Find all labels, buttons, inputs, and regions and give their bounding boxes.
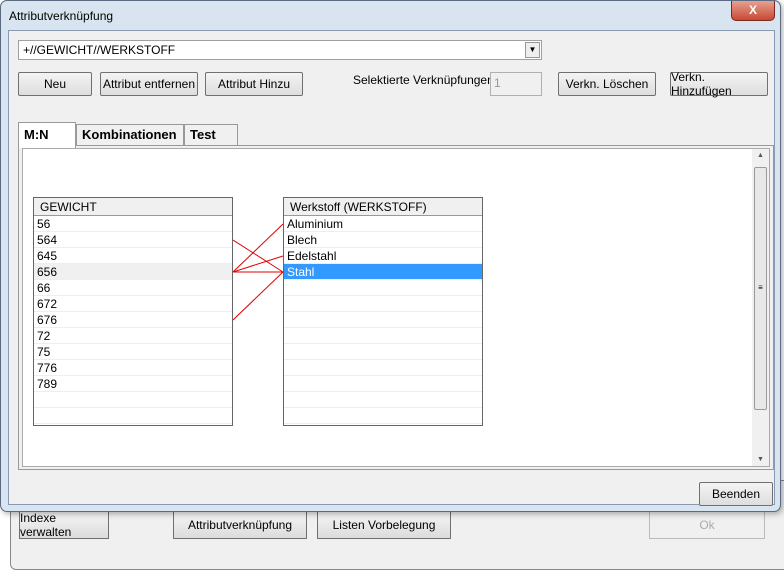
empty-row xyxy=(284,296,482,312)
link-line xyxy=(233,271,284,321)
gewicht-list-header: GEWICHT xyxy=(34,198,232,216)
list-item[interactable]: 564 xyxy=(34,232,232,248)
attribut-entfernen-button[interactable]: Attribut entfernen xyxy=(100,72,198,96)
empty-row xyxy=(284,328,482,344)
tab-kombinationen[interactable]: Kombinationen xyxy=(76,124,184,146)
link-select[interactable]: +//GEWICHT//WERKSTOFF ▼ xyxy=(18,40,542,60)
window-title: Attributverknüpfung xyxy=(9,9,114,23)
list-item[interactable]: Edelstahl xyxy=(284,248,482,264)
chevron-down-icon[interactable]: ▼ xyxy=(525,42,540,58)
empty-row xyxy=(284,280,482,296)
empty-row xyxy=(284,344,482,360)
werkstoff-list[interactable]: Werkstoff (WERKSTOFF) Aluminium Blech Edel… xyxy=(283,197,483,426)
verkn-loeschen-button[interactable]: Verkn. Löschen xyxy=(558,72,656,96)
link-line xyxy=(233,223,284,273)
beenden-button[interactable]: Beenden xyxy=(699,482,773,506)
scroll-down-icon[interactable]: ▼ xyxy=(752,456,769,463)
dialog-window: Attributverknüpfung X +//GEWICHT//WERKST… xyxy=(0,0,781,512)
list-item[interactable]: 72 xyxy=(34,328,232,344)
neu-button[interactable]: Neu xyxy=(18,72,92,96)
scroll-up-icon[interactable]: ▲ xyxy=(752,152,769,159)
link-lines xyxy=(233,223,284,321)
list-item[interactable]: 789 xyxy=(34,376,232,392)
empty-row xyxy=(284,408,482,424)
empty-row xyxy=(34,392,232,408)
list-item[interactable]: Aluminium xyxy=(284,216,482,232)
gewicht-list[interactable]: GEWICHT 56 564 645 656 66 672 676 72 75 776 789 xyxy=(33,197,233,426)
attribut-hinzu-button[interactable]: Attribut Hinzu xyxy=(205,72,303,96)
empty-row xyxy=(284,312,482,328)
list-item[interactable]: 672 xyxy=(34,296,232,312)
list-item[interactable]: 66 xyxy=(34,280,232,296)
selected-links-label: Selektierte Verknüpfungen: xyxy=(353,73,498,87)
indexe-verwalten-button[interactable]: Indexe verwalten xyxy=(19,511,109,539)
list-item[interactable]: 645 xyxy=(34,248,232,264)
link-line xyxy=(233,239,284,273)
list-item[interactable]: 656 xyxy=(34,264,232,280)
werkstoff-list-header: Werkstoff (WERKSTOFF) xyxy=(284,198,482,216)
list-item[interactable]: 676 xyxy=(34,312,232,328)
empty-row xyxy=(284,392,482,408)
verkn-hinzufuegen-button[interactable]: Verkn. Hinzufügen xyxy=(670,70,768,98)
empty-row xyxy=(284,376,482,392)
attributverknuepfung-button[interactable]: Attributverknüpfung xyxy=(173,511,307,539)
link-select-value: +//GEWICHT//WERKSTOFF xyxy=(23,43,176,57)
scroll-thumb[interactable]: ≡ xyxy=(754,167,767,410)
listen-vorbelegung-button[interactable]: Listen Vorbelegung xyxy=(317,511,451,539)
empty-row xyxy=(284,360,482,376)
empty-row xyxy=(34,408,232,424)
mapping-canvas: GEWICHT 56 564 645 656 66 672 676 72 75 776 789 We… xyxy=(22,148,770,467)
tab-panel: GEWICHT 56 564 645 656 66 672 676 72 75 776 789 We… xyxy=(18,145,774,470)
dialog-client: +//GEWICHT//WERKSTOFF ▼ Neu Attribut ent… xyxy=(8,30,775,506)
link-line xyxy=(233,255,284,273)
close-button[interactable]: X xyxy=(731,1,775,21)
list-item[interactable]: 75 xyxy=(34,344,232,360)
vertical-scrollbar[interactable]: ▲ ≡ ▼ xyxy=(752,149,769,466)
list-item[interactable]: Stahl xyxy=(284,264,482,280)
ok-button[interactable]: Ok xyxy=(649,511,765,539)
tab-mn[interactable]: M:N xyxy=(18,122,76,148)
list-item[interactable]: 56 xyxy=(34,216,232,232)
list-item[interactable]: 776 xyxy=(34,360,232,376)
list-item[interactable]: Blech xyxy=(284,232,482,248)
selected-links-count: 1 xyxy=(490,72,542,96)
tab-test[interactable]: Test xyxy=(184,124,238,146)
